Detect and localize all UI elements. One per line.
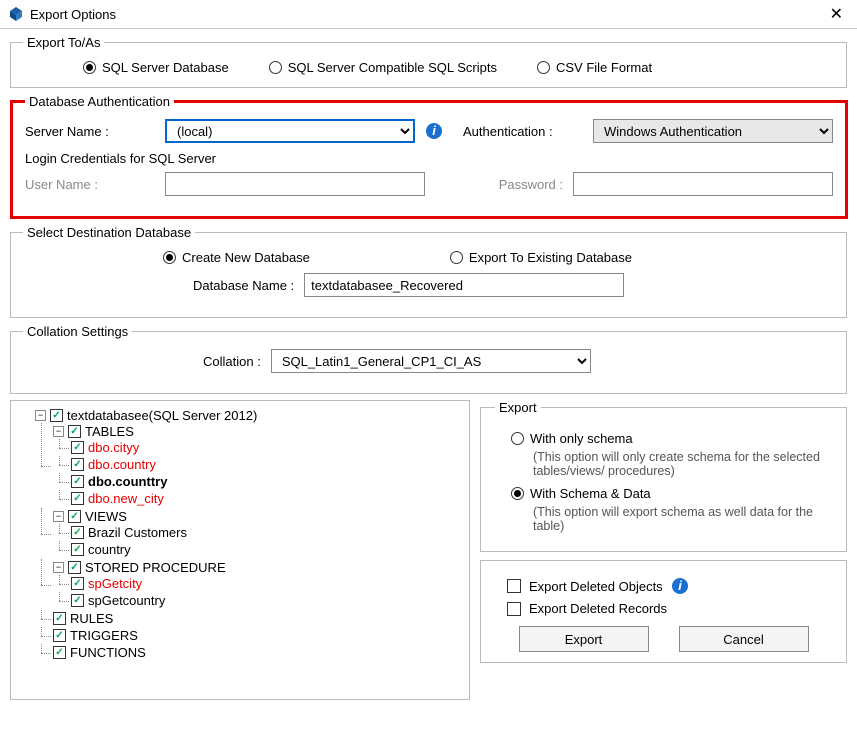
radio-create-new-db[interactable]: Create New Database [163, 250, 310, 265]
hint-schema-only: (This option will only create schema for… [533, 450, 832, 478]
tree-item-label: country [88, 542, 131, 557]
dest-db-legend: Select Destination Database [23, 225, 195, 240]
username-label: User Name : [25, 177, 155, 192]
chk-deleted-objects[interactable] [507, 579, 521, 593]
tree-toggle[interactable]: − [53, 426, 64, 437]
tree-check[interactable] [68, 561, 81, 574]
tree-check[interactable] [71, 543, 84, 556]
export-legend: Export [495, 400, 541, 415]
export-button[interactable]: Export [519, 626, 649, 652]
tree-toggle[interactable]: − [53, 562, 64, 573]
tree-check[interactable] [68, 425, 81, 438]
export-to-group: Export To/As SQL Server Database SQL Ser… [10, 35, 847, 88]
tree-check[interactable] [53, 612, 66, 625]
collation-label: Collation : [203, 354, 261, 369]
username-input[interactable] [165, 172, 425, 196]
tree-check[interactable] [68, 510, 81, 523]
tree-item-label: spGetcity [88, 576, 142, 591]
tree-item-label: spGetcountry [88, 593, 165, 608]
collation-select[interactable]: SQL_Latin1_General_CP1_CI_AS [271, 349, 591, 373]
tree-item-label: dbo.country [88, 457, 156, 472]
radio-schema-only[interactable]: With only schema [511, 431, 832, 446]
tree-check[interactable] [53, 646, 66, 659]
db-name-input[interactable] [304, 273, 624, 297]
svg-text:i: i [432, 123, 436, 138]
server-name-select[interactable]: (local) [165, 119, 415, 143]
password-label: Password : [473, 177, 563, 192]
deleted-objects-info-icon[interactable]: i [671, 577, 689, 595]
collation-legend: Collation Settings [23, 324, 132, 339]
tree-toggle[interactable]: − [53, 511, 64, 522]
svg-text:i: i [678, 578, 682, 593]
dest-db-group: Select Destination Database Create New D… [10, 225, 847, 318]
tree-check[interactable] [71, 475, 84, 488]
radio-sql-server-db[interactable]: SQL Server Database [83, 60, 229, 75]
tree-check[interactable] [71, 594, 84, 607]
tree-check[interactable] [71, 526, 84, 539]
tree-group-label: TRIGGERS [70, 628, 138, 643]
tree-group-label: STORED PROCEDURE [85, 560, 226, 575]
tree-group-label: VIEWS [85, 509, 127, 524]
tree-item-label: dbo.cityy [88, 440, 139, 455]
tree-group-label: FUNCTIONS [70, 645, 146, 660]
chk-deleted-records[interactable] [507, 602, 521, 616]
export-mode-group: Export With only schema (This option wil… [480, 400, 847, 552]
server-info-icon[interactable]: i [425, 122, 443, 140]
db-auth-legend: Database Authentication [25, 94, 174, 109]
server-name-label: Server Name : [25, 124, 155, 139]
export-extra-group: Export Deleted Objects i Export Deleted … [480, 560, 847, 663]
hint-schema-data: (This option will export schema as well … [533, 505, 832, 533]
cancel-button[interactable]: Cancel [679, 626, 809, 652]
radio-sql-scripts[interactable]: SQL Server Compatible SQL Scripts [269, 60, 497, 75]
login-cred-legend: Login Credentials for SQL Server [25, 151, 833, 166]
db-auth-group: Database Authentication Server Name : (l… [10, 94, 848, 219]
radio-csv[interactable]: CSV File Format [537, 60, 652, 75]
title-bar: Export Options ✕ [0, 0, 857, 29]
tree-check[interactable] [53, 629, 66, 642]
object-tree[interactable]: −textdatabasee(SQL Server 2012)−TABLESdb… [10, 400, 470, 700]
collation-group: Collation Settings Collation : SQL_Latin… [10, 324, 847, 394]
tree-group-label: TABLES [85, 424, 134, 439]
auth-label: Authentication : [463, 124, 583, 139]
tree-item-label: Brazil Customers [88, 525, 187, 540]
tree-check[interactable] [71, 492, 84, 505]
tree-check[interactable] [50, 409, 63, 422]
window-title: Export Options [30, 7, 116, 22]
export-to-legend: Export To/As [23, 35, 104, 50]
tree-check[interactable] [71, 458, 84, 471]
db-name-label: Database Name : [193, 278, 294, 293]
close-icon[interactable]: ✕ [824, 4, 849, 24]
tree-check[interactable] [71, 577, 84, 590]
tree-item-label: dbo.counttry [88, 474, 167, 489]
auth-select[interactable]: Windows Authentication [593, 119, 833, 143]
radio-export-existing-db[interactable]: Export To Existing Database [450, 250, 632, 265]
tree-check[interactable] [71, 441, 84, 454]
tree-item-label: dbo.new_city [88, 491, 164, 506]
password-input[interactable] [573, 172, 833, 196]
tree-toggle[interactable]: − [35, 410, 46, 421]
app-icon [8, 6, 24, 22]
tree-root-label: textdatabasee(SQL Server 2012) [67, 408, 257, 423]
tree-group-label: RULES [70, 611, 113, 626]
radio-schema-data[interactable]: With Schema & Data [511, 486, 832, 501]
